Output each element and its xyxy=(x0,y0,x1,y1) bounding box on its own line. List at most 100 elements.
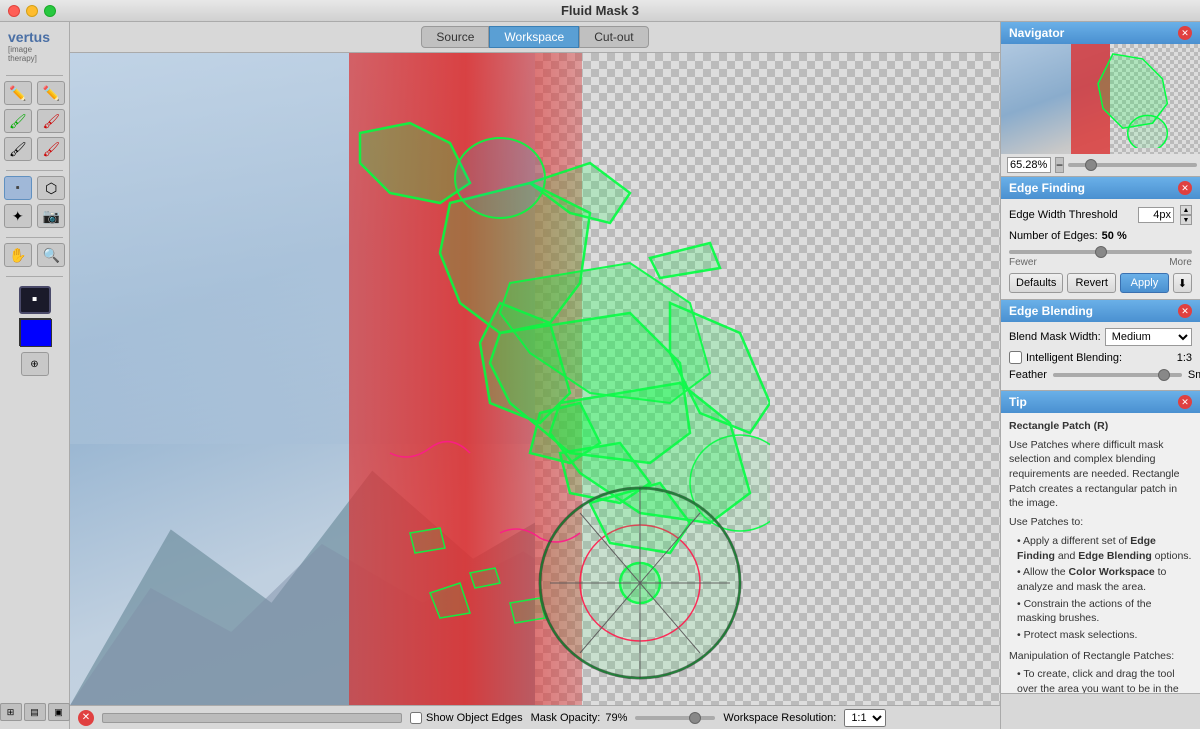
blend-mask-select[interactable]: Medium Fine Coarse Very Coarse xyxy=(1105,328,1192,346)
tip-close[interactable]: ✕ xyxy=(1178,395,1192,409)
view-btn-3[interactable]: ▣ xyxy=(48,703,70,721)
red-brush-tool[interactable]: 🖌 xyxy=(37,109,65,133)
edge-width-down[interactable]: ▼ xyxy=(1180,215,1192,225)
toolbar-bottom: ⊞ ▤ ▣ xyxy=(2,699,67,725)
edge-width-row: Edge Width Threshold ▲ ▼ xyxy=(1009,205,1192,225)
feather-label: Feather xyxy=(1009,369,1047,381)
nav-zoom-bar: − + xyxy=(1001,154,1200,176)
cancel-button[interactable]: ✕ xyxy=(78,710,94,726)
tip-bullet-1: • Apply a different set of Edge Finding … xyxy=(1017,534,1192,563)
intelligent-label: Intelligent Blending: xyxy=(1026,352,1122,364)
tip-bullet-4: • Protect mask selections. xyxy=(1017,628,1192,643)
edge-blending-close[interactable]: ✕ xyxy=(1178,304,1192,318)
tip-para-1: Use Patches where difficult mask selecti… xyxy=(1009,438,1192,511)
tab-cutout[interactable]: Cut-out xyxy=(579,26,648,48)
rider-mask-area[interactable] xyxy=(210,103,770,705)
logo-text: vertus xyxy=(8,30,61,45)
navigator-close[interactable]: ✕ xyxy=(1178,26,1192,40)
edge-blending-content: Blend Mask Width: Medium Fine Coarse Ver… xyxy=(1001,322,1200,390)
window-title: Fluid Mask 3 xyxy=(561,3,639,18)
right-panel: Navigator ✕ − + xyxy=(1000,22,1200,729)
edge-width-up[interactable]: ▲ xyxy=(1180,205,1192,215)
divider-4 xyxy=(6,276,63,277)
foreground-color[interactable] xyxy=(19,318,51,346)
tip-title-header: Tip xyxy=(1009,395,1027,409)
titlebar: Fluid Mask 3 xyxy=(0,0,1200,22)
mask-opacity-label: Mask Opacity: 79% xyxy=(531,712,628,724)
smart-red-brush-tool[interactable]: 🖌 xyxy=(37,137,65,161)
red-pencil-tool[interactable]: ✏️ xyxy=(37,81,65,105)
tip-para-2: Use Patches to: xyxy=(1009,515,1192,530)
left-toolbar: vertus [image therapy] ✏️ ✏️ 🖌 🖌 🖌 🖌 ▪️ … xyxy=(0,22,70,729)
show-edges-checkbox[interactable] xyxy=(410,712,422,724)
canvas-area xyxy=(70,53,1000,705)
navigator-section: Navigator ✕ − + xyxy=(1001,22,1200,177)
intelligent-checkbox[interactable] xyxy=(1009,351,1022,364)
view-area: Source Workspace Cut-out xyxy=(70,22,1000,729)
nav-zoom-slider[interactable] xyxy=(1068,163,1197,167)
edge-blending-section: Edge Blending ✕ Blend Mask Width: Medium… xyxy=(1001,300,1200,391)
tip-section: Tip ✕ Rectangle Patch (R) Use Patches wh… xyxy=(1001,391,1200,694)
edge-width-input[interactable] xyxy=(1138,207,1174,223)
feather-row: Feather Smart xyxy=(1009,369,1192,381)
edge-finding-title: Edge Finding xyxy=(1009,181,1085,195)
feather-slider[interactable] xyxy=(1053,373,1182,377)
hand-tool[interactable]: ✋ xyxy=(4,243,32,267)
green-brush-tool[interactable]: 🖌 xyxy=(4,109,32,133)
view-btn-1[interactable]: ⊞ xyxy=(0,703,22,721)
tip-header: Tip ✕ xyxy=(1001,391,1200,413)
edge-finding-section: Edge Finding ✕ Edge Width Threshold ▲ ▼ … xyxy=(1001,177,1200,300)
tool-group-1: ✏️ ✏️ 🖌 🖌 🖌 🖌 xyxy=(2,80,67,162)
revert-button[interactable]: Revert xyxy=(1067,273,1116,293)
show-edges-label: Show Object Edges xyxy=(410,712,523,724)
divider-3 xyxy=(6,237,63,238)
view-tabs: Source Workspace Cut-out xyxy=(70,22,1000,53)
nav-rider-svg xyxy=(1071,49,1194,148)
view-btn-2[interactable]: ▤ xyxy=(24,703,46,721)
star-tool[interactable]: ✦ xyxy=(4,204,32,228)
apply-button[interactable]: Apply xyxy=(1120,273,1169,293)
nav-zoom-minus[interactable]: − xyxy=(1055,157,1064,173)
close-button[interactable] xyxy=(8,5,20,17)
expand-button[interactable]: ⬇ xyxy=(1173,273,1192,293)
zoom-tool[interactable]: 🔍 xyxy=(37,243,65,267)
num-edges-row: Number of Edges: 50 % xyxy=(1009,230,1192,242)
pencil-tool[interactable]: ✏️ xyxy=(4,81,32,105)
divider-2 xyxy=(6,170,63,171)
fewer-label: Fewer xyxy=(1009,257,1037,268)
edge-finding-close[interactable]: ✕ xyxy=(1178,181,1192,195)
tab-workspace[interactable]: Workspace xyxy=(489,26,579,48)
num-edges-value: 50 % xyxy=(1102,230,1127,242)
tip-bullet-5: • To create, click and drag the tool ove… xyxy=(1017,667,1192,693)
edge-blending-header: Edge Blending ✕ xyxy=(1001,300,1200,322)
edge-width-label: Edge Width Threshold xyxy=(1009,209,1134,221)
brush-tool[interactable]: ⬡ xyxy=(37,176,65,200)
edge-finding-buttons: Defaults Revert Apply ⬇ xyxy=(1009,273,1192,293)
mask-opacity-slider[interactable] xyxy=(635,716,715,720)
tab-source[interactable]: Source xyxy=(421,26,489,48)
more-label: More xyxy=(1169,257,1192,268)
num-edges-slider[interactable] xyxy=(1009,250,1192,254)
defaults-button[interactable]: Defaults xyxy=(1009,273,1063,293)
rectangle-patch-tool[interactable]: ▪️ xyxy=(4,176,32,200)
canvas-content xyxy=(70,53,1000,705)
target-icon[interactable]: ⊕ xyxy=(21,352,49,376)
edge-blending-title: Edge Blending xyxy=(1009,304,1093,318)
camera-tool[interactable]: 📷 xyxy=(37,204,65,228)
nav-zoom-input[interactable] xyxy=(1007,157,1051,173)
tip-content: Rectangle Patch (R) Use Patches where di… xyxy=(1001,413,1200,693)
edge-finding-content: Edge Width Threshold ▲ ▼ Number of Edges… xyxy=(1001,199,1200,299)
rider-svg xyxy=(210,103,770,705)
smart-brush-tool[interactable]: 🖌 xyxy=(4,137,32,161)
progress-bar xyxy=(102,713,402,723)
rectangle-select-tool[interactable]: ▪ xyxy=(19,286,51,314)
maximize-button[interactable] xyxy=(44,5,56,17)
navigator-thumbnail xyxy=(1001,44,1200,154)
blend-mask-label: Blend Mask Width: xyxy=(1009,331,1101,343)
logo: vertus [image therapy] xyxy=(2,26,67,71)
workspace-res-select[interactable]: 1:1 1:2 1:4 xyxy=(844,709,886,727)
minimize-button[interactable] xyxy=(26,5,38,17)
divider-1 xyxy=(6,75,63,76)
workspace-res-label: Workspace Resolution: xyxy=(723,712,836,724)
slider-labels: Fewer More xyxy=(1009,257,1192,268)
